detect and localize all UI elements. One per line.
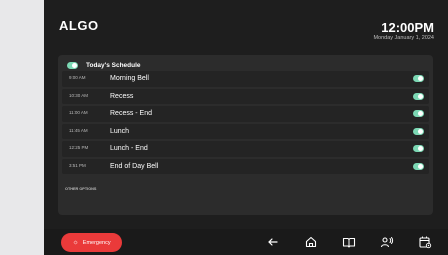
schedule-row[interactable]: 10:30 AM Recess (62, 88, 429, 104)
row-time: 10:30 AM (69, 92, 89, 98)
schedule-row[interactable]: 11:00 AM Recess - End (62, 106, 429, 122)
row-time: 11:45 AM (69, 127, 88, 133)
row-name: Morning Bell (110, 75, 149, 82)
book-icon[interactable] (342, 235, 356, 249)
row-toggle[interactable] (413, 110, 424, 117)
schedule-panel: Today's Schedule 9:00 AM Morning Bell 10… (58, 55, 433, 215)
schedule-toggle[interactable] (67, 61, 78, 69)
home-icon[interactable] (304, 235, 318, 249)
speaker-person-icon[interactable] (380, 235, 394, 249)
row-toggle[interactable] (413, 127, 424, 135)
algo-logo: ALGO (59, 18, 99, 33)
calendar-settings-icon[interactable] (418, 235, 432, 249)
row-time: 9:00 AM (69, 75, 86, 80)
schedule-row[interactable]: 3:51 PM End of Day Bell (62, 158, 429, 174)
row-toggle[interactable] (413, 162, 424, 170)
screen: ALGO 12:00PM Monday January 1, 2024 Toda… (44, 0, 448, 229)
row-toggle[interactable] (413, 92, 424, 100)
schedule-title: Today's Schedule (86, 61, 141, 69)
schedule-row[interactable]: 11:45 AM Lunch (62, 123, 429, 139)
emergency-label: Emergency (82, 239, 111, 246)
row-time: 12:25 PM (69, 145, 89, 150)
row-name: Recess (110, 92, 134, 100)
emergency-button[interactable]: ☼ Emergency (61, 233, 122, 252)
row-name: End of Day Bell (110, 162, 159, 170)
schedule-row[interactable]: 12:25 PM Lunch - End (62, 141, 429, 157)
bottom-bar: ☼ Emergency (44, 229, 448, 255)
back-arrow-icon[interactable] (266, 235, 280, 249)
clock-time: 12:00PM (381, 20, 434, 35)
schedule-header: Today's Schedule (67, 59, 141, 71)
row-time: 3:51 PM (69, 162, 86, 168)
clock-date: Monday January 1, 2024 (373, 35, 434, 41)
device-frame: ALGO 12:00PM Monday January 1, 2024 Toda… (44, 0, 448, 255)
row-name: Lunch - End (110, 145, 148, 152)
row-toggle[interactable] (413, 75, 424, 82)
row-time: 11:00 AM (69, 110, 88, 115)
alert-icon: ☼ (72, 239, 79, 246)
row-name: Lunch (110, 127, 130, 135)
row-toggle[interactable] (413, 145, 424, 152)
row-name: Recess - End (110, 110, 153, 117)
other-options-link[interactable]: OTHER OPTIONS (65, 187, 96, 191)
schedule-row[interactable]: 9:00 AM Morning Bell (62, 71, 429, 87)
